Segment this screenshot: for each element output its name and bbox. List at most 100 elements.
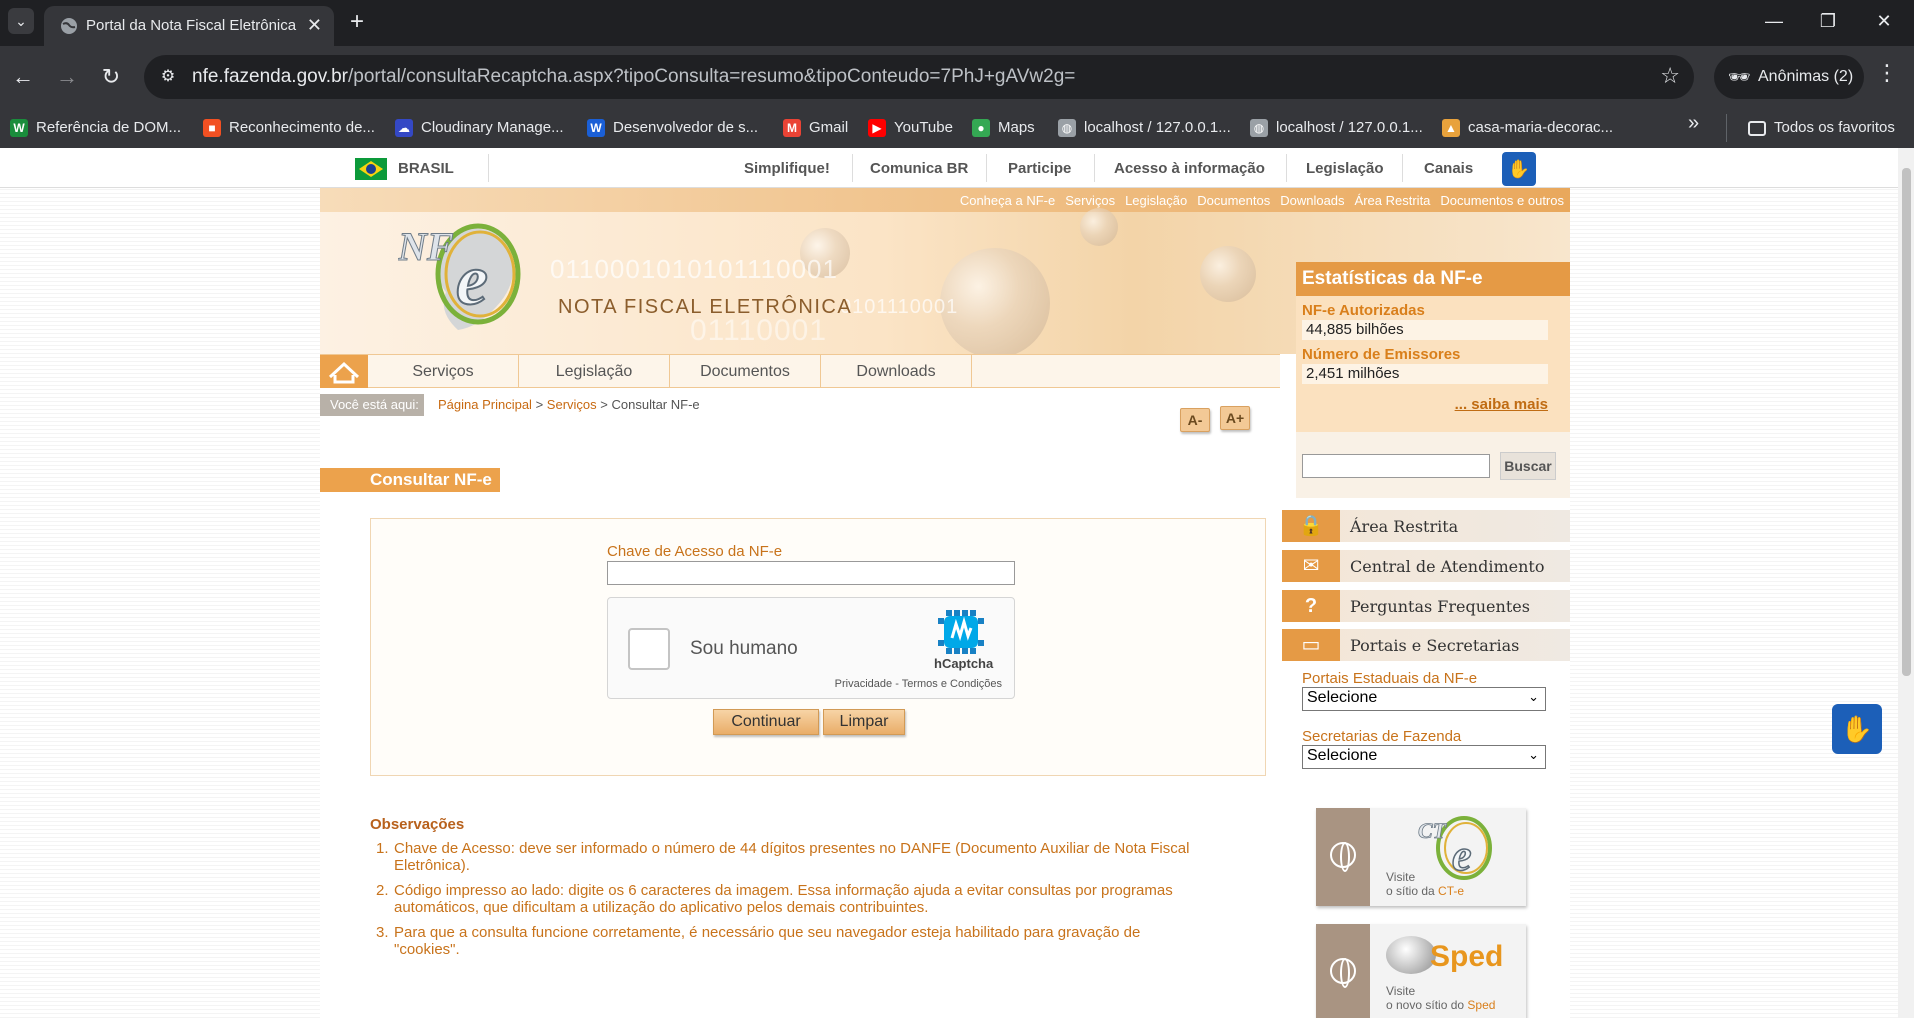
- microsoft-icon: ■: [203, 119, 221, 137]
- page-scrollbar[interactable]: [1898, 148, 1914, 1018]
- sidebar-item-area-restrita[interactable]: 🔒 Área Restrita: [1282, 510, 1570, 542]
- bookmark-item[interactable]: ▶ YouTube: [868, 117, 953, 139]
- nav-servicos[interactable]: Serviços: [368, 355, 519, 388]
- browser-toolbar: ← → ↻ ⚙ nfe.fazenda.gov.br/portal/consul…: [0, 46, 1914, 108]
- captcha-privacy-terms-links[interactable]: Privacidade - Termos e Condições: [835, 678, 1002, 690]
- browser-menu-icon[interactable]: ⋮: [1876, 60, 1898, 86]
- nav-documentos[interactable]: Documentos: [670, 355, 821, 388]
- chevron-down-icon: ⌄: [1528, 747, 1539, 762]
- address-bar[interactable]: ⚙ nfe.fazenda.gov.br/portal/consultaReca…: [144, 55, 1694, 99]
- cloudinary-icon: ☁: [395, 119, 413, 137]
- svg-text:NF: NF: [398, 224, 454, 269]
- back-button[interactable]: ←: [8, 62, 38, 92]
- bookmark-item[interactable]: W Referência de DOM...: [10, 117, 181, 139]
- nfe-logo[interactable]: NF e: [398, 212, 528, 342]
- vlibras-widget-button[interactable]: ✋: [1832, 704, 1882, 754]
- secretarias-select[interactable]: Selecione ⌄: [1302, 745, 1546, 769]
- incognito-profile-button[interactable]: 🕶 Anônimas (2): [1714, 55, 1864, 99]
- reload-button[interactable]: ↻: [96, 62, 126, 92]
- hcaptcha-widget: Sou humano hCaptcha Privacidade - Termos…: [607, 597, 1015, 699]
- question-icon: ?: [1282, 590, 1340, 622]
- vlibras-hand-icon[interactable]: ✋: [1502, 152, 1536, 186]
- bookmark-item[interactable]: ☁ Cloudinary Manage...: [395, 117, 564, 139]
- globe-icon: ◍: [1058, 119, 1076, 137]
- top-link[interactable]: Conheça a NF-e: [960, 193, 1055, 208]
- all-bookmarks-button[interactable]: Todos os favoritos: [1748, 117, 1895, 139]
- access-key-label: Chave de Acesso da NF-e: [607, 543, 783, 560]
- cte-promo-banner[interactable]: CT e Visite o sítio da CT-e: [1316, 808, 1526, 906]
- close-window-button[interactable]: ✕: [1864, 6, 1904, 36]
- top-link[interactable]: Serviços: [1065, 193, 1115, 208]
- clear-button[interactable]: Limpar: [823, 709, 905, 735]
- globe-icon: [1330, 958, 1356, 988]
- tab-strip: ⌄ Portal da Nota Fiscal Eletrônica ✕ + —…: [0, 0, 1914, 46]
- more-bookmarks-icon[interactable]: »: [1688, 112, 1699, 135]
- forward-button[interactable]: →: [52, 62, 82, 92]
- scroll-thumb[interactable]: [1902, 168, 1911, 676]
- top-link[interactable]: Documentos e outros: [1440, 193, 1564, 208]
- portals-select[interactable]: Selecione ⌄: [1302, 687, 1546, 711]
- govlink-simplifique[interactable]: Simplifique!: [744, 160, 830, 177]
- bookmark-item[interactable]: ◍ localhost / 127.0.0.1...: [1250, 117, 1423, 139]
- search-button[interactable]: Buscar: [1500, 452, 1556, 480]
- minimize-button[interactable]: —: [1754, 6, 1794, 36]
- govlink-canais[interactable]: Canais: [1424, 160, 1473, 177]
- active-tab[interactable]: Portal da Nota Fiscal Eletrônica ✕: [44, 6, 334, 46]
- observations-title: Observações: [370, 816, 465, 833]
- nav-downloads[interactable]: Downloads: [821, 355, 972, 388]
- chevron-down-icon: ⌄: [1528, 689, 1539, 704]
- sidebar-item-portais-secretarias[interactable]: ▭ Portais e Secretarias: [1282, 629, 1570, 661]
- breadcrumb-services[interactable]: Serviços: [547, 397, 597, 412]
- top-link[interactable]: Legislação: [1125, 193, 1187, 208]
- page-title: Consultar NF-e: [320, 468, 500, 492]
- font-increase-button[interactable]: A+: [1220, 406, 1250, 430]
- sped-promo-banner[interactable]: Sped Visite o novo sítio do Sped: [1316, 924, 1526, 1018]
- continue-button[interactable]: Continuar: [713, 709, 819, 735]
- new-tab-button[interactable]: +: [350, 8, 364, 36]
- bookmarks-separator: [1726, 114, 1727, 142]
- govlink-comunica-br[interactable]: Comunica BR: [870, 160, 968, 177]
- observations-list: 1. Chave de Acesso: deve ser informado o …: [370, 840, 1210, 966]
- bookmark-item[interactable]: ◍ localhost / 127.0.0.1...: [1058, 117, 1231, 139]
- breadcrumb-home[interactable]: Página Principal: [438, 397, 532, 412]
- site-info-icon[interactable]: ⚙: [156, 65, 180, 89]
- country-label[interactable]: BRASIL: [398, 160, 454, 177]
- govlink-participe[interactable]: Participe: [1008, 160, 1071, 177]
- top-link[interactable]: Documentos: [1197, 193, 1270, 208]
- font-decrease-button[interactable]: A-: [1180, 408, 1210, 432]
- bookmark-item[interactable]: ▲ casa-maria-decorac...: [1442, 117, 1613, 139]
- bookmark-item[interactable]: ● Maps: [972, 117, 1035, 139]
- w-blue-icon: W: [587, 119, 605, 137]
- bookmark-item[interactable]: M Gmail: [783, 117, 848, 139]
- more-stats-link[interactable]: ... saiba mais: [1455, 396, 1548, 413]
- govlink-legislacao[interactable]: Legislação: [1306, 160, 1384, 177]
- binary-decor: 0101110001: [840, 296, 959, 318]
- nfe-portal-page: Conheça a NF-e Serviços Legislação Document…: [320, 188, 1570, 1018]
- search-input[interactable]: [1302, 454, 1490, 478]
- top-link[interactable]: Downloads: [1280, 193, 1344, 208]
- list-item: 1. Chave de Acesso: deve ser informado o …: [376, 840, 1190, 874]
- emitters-value: 2,451 milhões: [1302, 364, 1548, 384]
- binary-decor: 0110001010101110001: [550, 254, 838, 284]
- home-icon[interactable]: [320, 355, 368, 388]
- restore-button[interactable]: ❐: [1808, 6, 1848, 36]
- bookmark-item[interactable]: ■ Reconhecimento de...: [203, 117, 375, 139]
- captcha-checkbox[interactable]: [628, 628, 670, 670]
- nav-legislacao[interactable]: Legislação: [519, 355, 670, 388]
- site-search: Buscar: [1296, 432, 1570, 498]
- breadcrumb-separator: >: [535, 397, 544, 412]
- govlink-acesso-informacao[interactable]: Acesso à informação: [1114, 160, 1265, 177]
- close-tab-icon[interactable]: ✕: [307, 14, 322, 36]
- url-text[interactable]: nfe.fazenda.gov.br/portal/consultaRecapt…: [192, 66, 1075, 88]
- top-link[interactable]: Área Restrita: [1355, 193, 1431, 208]
- sped-logo: Sped: [1430, 940, 1504, 973]
- sidebar-item-perguntas-frequentes[interactable]: ? Perguntas Frequentes: [1282, 590, 1570, 622]
- tab-search-button[interactable]: ⌄: [8, 8, 34, 34]
- authorized-label: NF-e Autorizadas: [1302, 302, 1425, 319]
- bookmark-star-icon[interactable]: ☆: [1660, 63, 1680, 89]
- envelope-icon: ✉: [1282, 550, 1340, 582]
- brazil-flag-icon: [355, 158, 387, 180]
- access-key-input[interactable]: [607, 561, 1015, 585]
- sidebar-item-central-atendimento[interactable]: ✉ Central de Atendimento: [1282, 550, 1570, 582]
- bookmark-item[interactable]: W Desenvolvedor de s...: [587, 117, 758, 139]
